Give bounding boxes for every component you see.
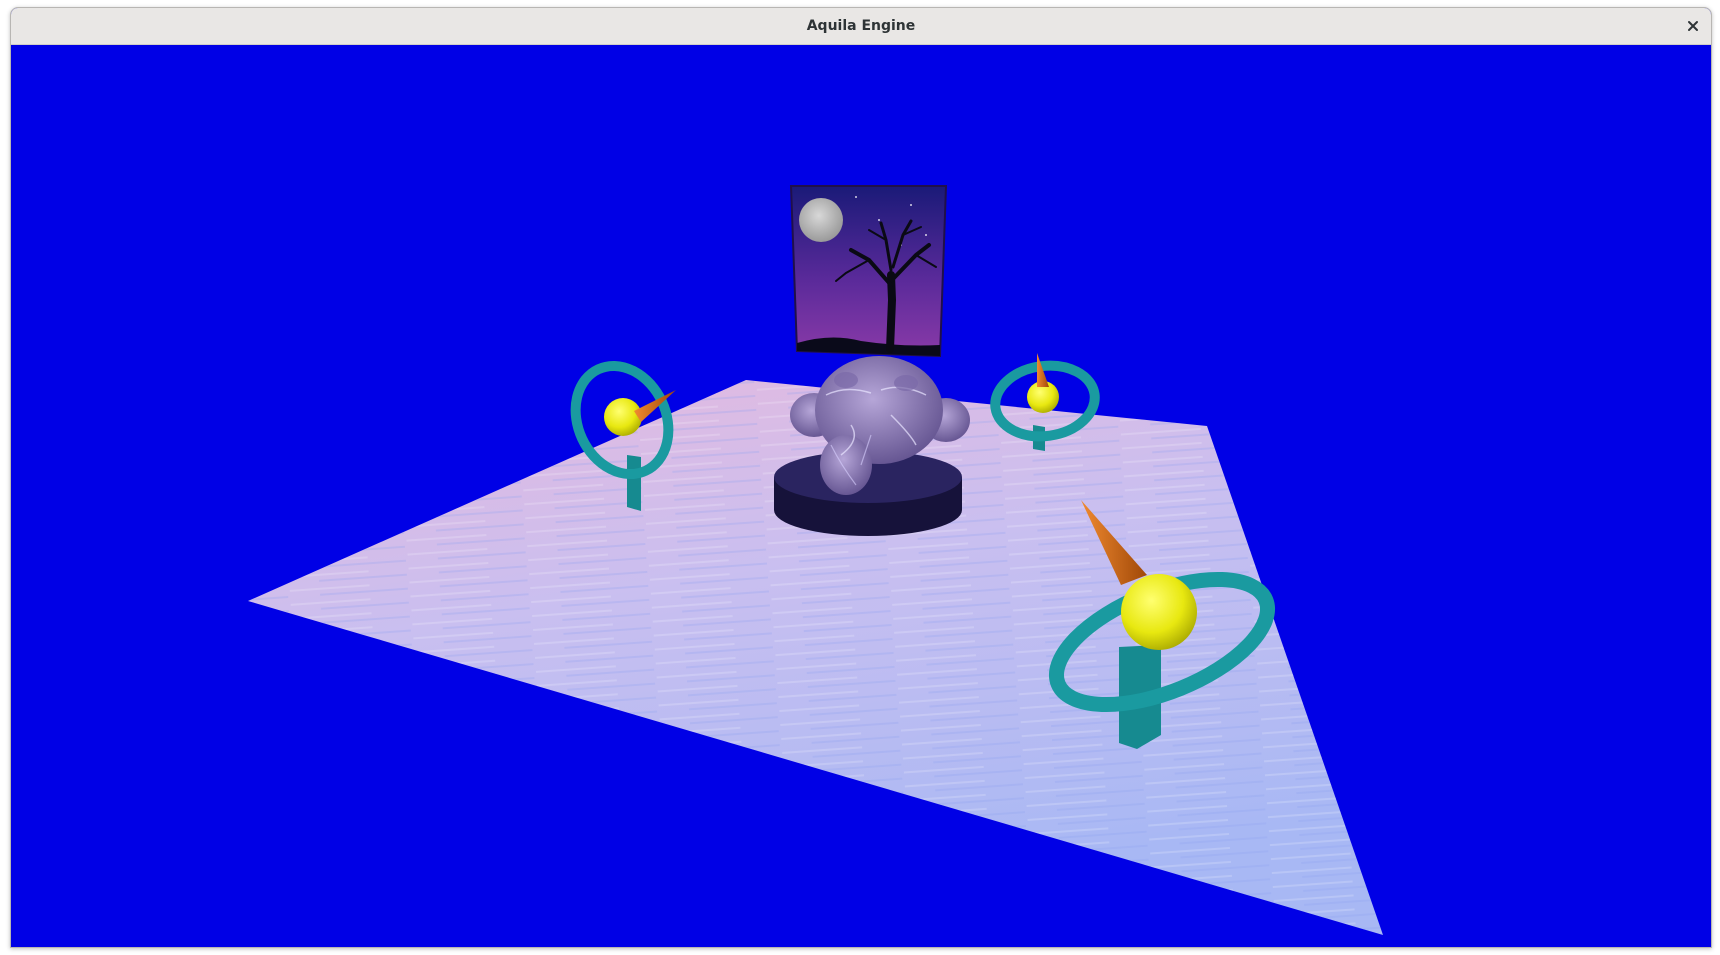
painting-moon-tree: [789, 185, 948, 358]
title-bar[interactable]: Aquila Engine: [11, 8, 1711, 45]
close-icon: [1687, 20, 1699, 32]
render-viewport[interactable]: [11, 45, 1711, 947]
close-button[interactable]: [1681, 14, 1705, 38]
window-title: Aquila Engine: [806, 18, 916, 34]
app-window: Aquila Engine: [10, 7, 1712, 948]
